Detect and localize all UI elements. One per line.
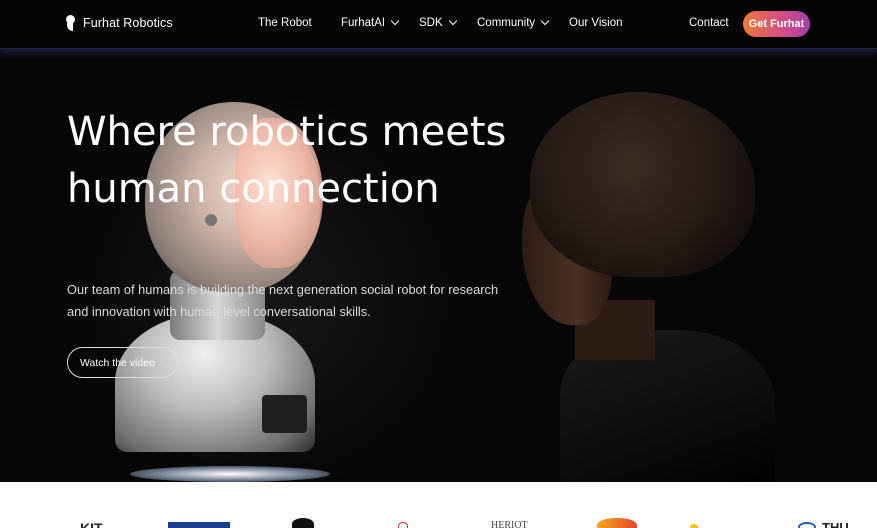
nav-item-sdk[interactable]: SDK [419,16,457,29]
watch-video-button[interactable]: Watch the video » [67,347,178,378]
hero-title: Where robotics meets human connection [67,104,506,218]
partner-logo-blue [168,522,230,528]
hero-subtitle: Our team of humans is building the next … [67,279,507,323]
nav-item-label: Community [477,17,536,29]
hero-subtitle-line: and innovation with human-level conversa… [67,304,371,319]
hero-section: Where robotics meets human connection Ou… [0,48,877,482]
chevron-down-icon [390,16,400,26]
watch-video-label: Watch the video [80,356,155,369]
hero-subtitle-line: Our team of humans is building the next … [67,282,499,297]
brand-logo[interactable]: Furhat Robotics [66,15,173,31]
nav-item-label: FurhatAI [341,17,386,29]
partner-logo-orange [597,518,637,528]
hero-title-line: human connection [67,166,440,212]
nav-item-community[interactable]: Community [477,16,550,29]
contact-label: Contact [689,17,729,29]
partner-logo-strip: KIT HERIOT THU [0,482,877,528]
nav-item-the-robot[interactable]: The Robot [258,17,312,29]
get-furhat-button[interactable]: Get Furhat [743,11,810,37]
chevron-down-icon [448,16,457,26]
contact-link[interactable]: Contact [689,17,729,29]
nav-item-label: The Robot [258,17,312,29]
partner-logo-yellow [690,524,698,528]
partner-logo-globe-icon [798,522,816,528]
brand-name: Furhat Robotics [83,16,173,30]
partner-logo-heriot: HERIOT [491,520,528,528]
nav-item-label: SDK [419,17,443,29]
partner-logo-red [398,522,408,528]
double-chevron-right-icon: » [162,356,169,368]
nav-item-furhatai[interactable]: FurhatAI [341,16,400,29]
hero-title-line: Where robotics meets [67,109,507,155]
partner-logo-apple-icon [292,518,314,528]
top-navigation: Furhat Robotics The Robot FurhatAI SDK C… [0,0,877,49]
nav-item-our-vision[interactable]: Our Vision [569,17,622,29]
chevron-down-icon [540,16,550,26]
furhat-logo-icon [66,15,76,31]
nav-item-label: Our Vision [569,17,623,29]
partner-logo-thu: THU [822,520,849,528]
partner-logo-kit: KIT [80,520,103,528]
